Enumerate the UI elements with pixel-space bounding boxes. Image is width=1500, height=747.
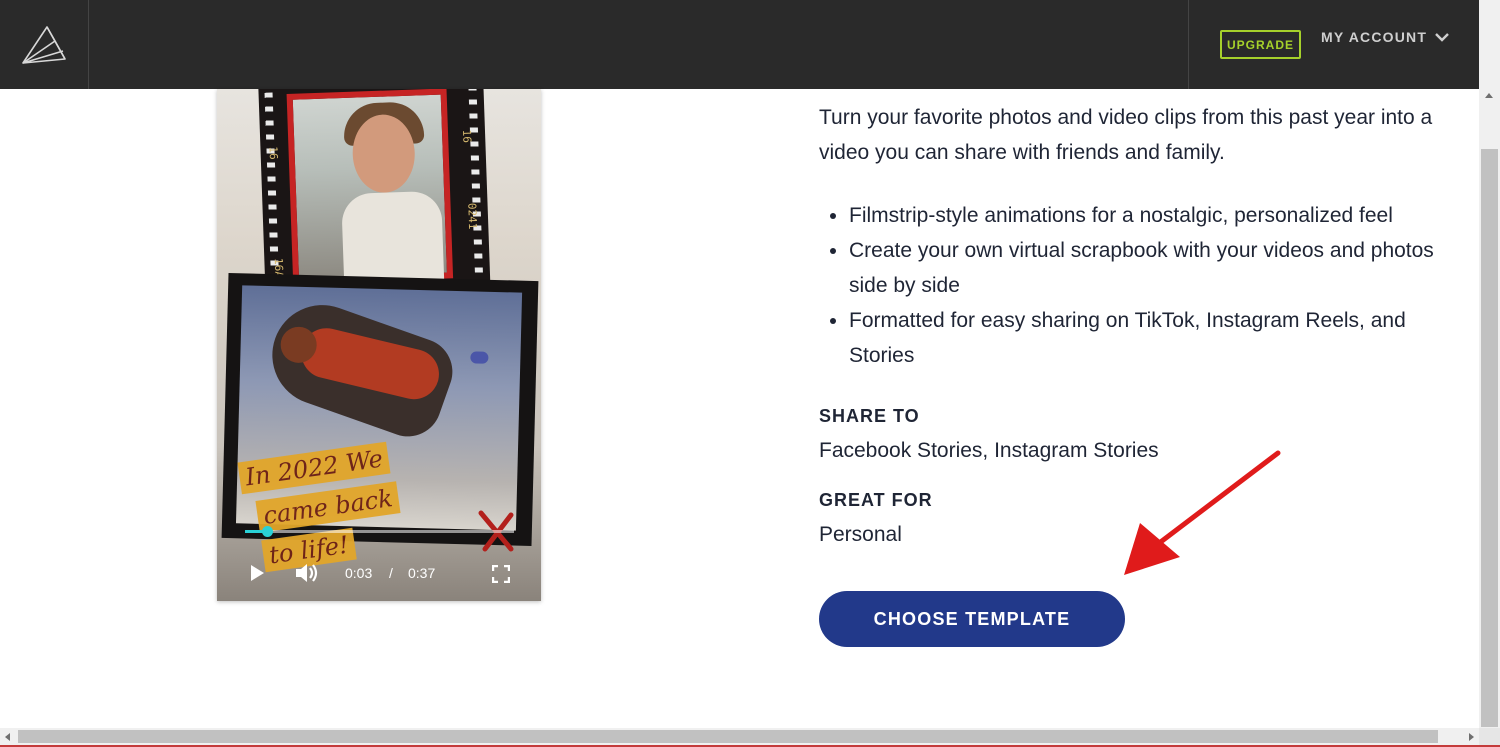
my-account-menu[interactable]: MY ACCOUNT — [1321, 29, 1449, 45]
template-details: Turn your favorite photos and video clip… — [819, 100, 1469, 373]
mute-button[interactable] — [293, 562, 321, 584]
vertical-scrollbar-thumb[interactable] — [1481, 149, 1498, 727]
film-number: 0241 — [465, 202, 480, 230]
filmstrip-photo-top: 16 16 0241 16A — [258, 89, 491, 302]
video-controls: 0:03 / 0:37 — [217, 557, 541, 589]
scroll-up-arrow-icon[interactable] — [1485, 93, 1493, 98]
selfie-photo — [286, 89, 454, 285]
film-number: 16 — [266, 146, 280, 160]
nav-divider — [1188, 0, 1189, 89]
choose-template-button[interactable]: CHOOSE TEMPLATE — [819, 591, 1125, 647]
great-for-label: GREAT FOR — [819, 490, 933, 510]
template-preview-video[interactable]: 16 16 0241 16A In 2022 We came back to l… — [217, 89, 541, 601]
template-description: Turn your favorite photos and video clip… — [819, 106, 1433, 164]
volume-icon — [296, 564, 318, 582]
feature-item: Formatted for easy sharing on TikTok, In… — [849, 303, 1449, 373]
fullscreen-button[interactable] — [491, 564, 511, 584]
scrollbar-corner — [1479, 728, 1500, 745]
paper-plane-logo-icon — [22, 25, 66, 64]
top-nav-bar: UPGRADE MY ACCOUNT — [0, 0, 1479, 89]
logo-button[interactable] — [0, 0, 89, 89]
upgrade-button[interactable]: UPGRADE — [1220, 30, 1301, 59]
annotation-arrow-icon — [1124, 450, 1281, 575]
fullscreen-icon — [492, 565, 510, 583]
scrollbar-corner-top — [1479, 0, 1500, 89]
horizontal-scrollbar[interactable] — [0, 728, 1479, 745]
play-button[interactable] — [247, 563, 267, 583]
my-account-label: MY ACCOUNT — [1321, 29, 1428, 45]
vertical-scrollbar[interactable] — [1479, 89, 1500, 728]
photo-figure — [470, 351, 489, 364]
video-progress-bar[interactable] — [245, 526, 514, 537]
feature-list: Filmstrip-style animations for a nostalg… — [819, 198, 1469, 373]
film-number: 16 — [460, 129, 474, 144]
chevron-down-icon — [1435, 33, 1449, 42]
video-duration: 0:37 — [408, 565, 436, 581]
time-separator: / — [389, 565, 393, 581]
share-to-label: SHARE TO — [819, 406, 920, 426]
play-icon — [251, 565, 264, 581]
scroll-left-arrow-icon[interactable] — [5, 733, 10, 741]
film-sprocket-holes — [468, 89, 484, 286]
scroll-right-arrow-icon[interactable] — [1469, 733, 1474, 741]
great-for-value: Personal — [819, 523, 902, 546]
feature-item: Filmstrip-style animations for a nostalg… — [849, 198, 1469, 233]
share-to-value: Facebook Stories, Instagram Stories — [819, 439, 1159, 462]
current-time: 0:03 — [345, 565, 373, 581]
video-progress-handle[interactable] — [261, 526, 273, 537]
horizontal-scrollbar-thumb[interactable] — [18, 730, 1438, 743]
photo-figure — [341, 190, 445, 285]
feature-item: Create your own virtual scrapbook with y… — [849, 233, 1449, 303]
